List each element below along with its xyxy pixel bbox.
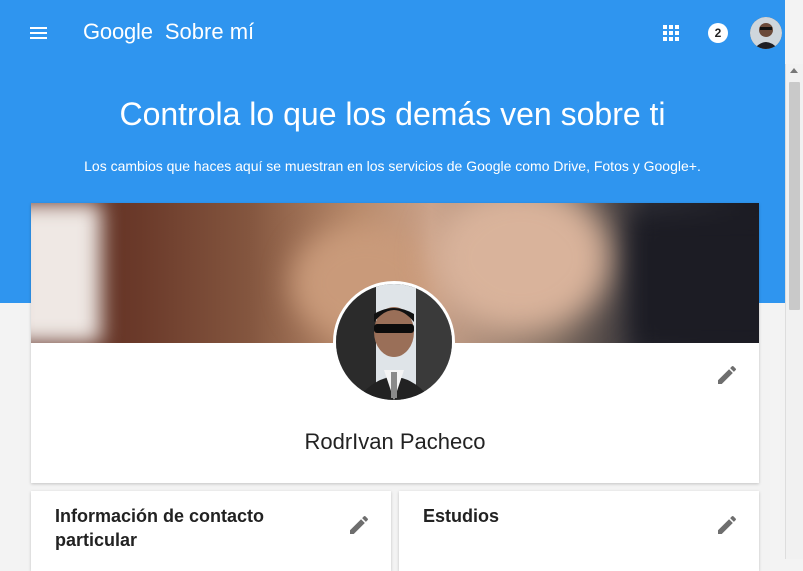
account-avatar[interactable] <box>750 17 782 49</box>
edit-education-pencil-icon[interactable] <box>715 513 739 537</box>
scroll-thumb[interactable] <box>789 82 800 310</box>
edit-profile-pencil-icon[interactable] <box>715 363 739 387</box>
page-subtitle: Los cambios que haces aquí se muestran e… <box>84 158 701 174</box>
app-bar: Google Sobre mí 2 <box>0 0 785 68</box>
contact-info-title: Información de contacto particular <box>55 504 264 552</box>
education-card[interactable]: Estudios <box>399 491 759 571</box>
scroll-up-arrow-icon[interactable] <box>790 68 798 73</box>
google-logo-text: Google <box>83 19 153 44</box>
menu-icon[interactable] <box>28 22 50 44</box>
product-name: Sobre mí <box>164 19 255 44</box>
contact-info-title-line1: Información de contacto <box>55 506 265 526</box>
brand[interactable]: Google Sobre mí <box>83 19 254 45</box>
edit-contact-pencil-icon[interactable] <box>347 513 371 537</box>
notifications-badge[interactable]: 2 <box>708 23 728 43</box>
contact-info-title-line2: particular <box>55 530 138 550</box>
profile-card: RodrIvan Pacheco <box>31 203 759 483</box>
profile-photo[interactable] <box>333 281 455 403</box>
profile-name: RodrIvan Pacheco <box>304 429 486 454</box>
education-title: Estudios <box>423 506 500 526</box>
contact-info-card[interactable]: Información de contacto particular <box>31 491 391 571</box>
apps-grid-icon[interactable] <box>660 22 682 44</box>
scrollbar[interactable] <box>785 64 803 559</box>
page-title: Controla lo que los demás ven sobre ti <box>119 96 666 132</box>
